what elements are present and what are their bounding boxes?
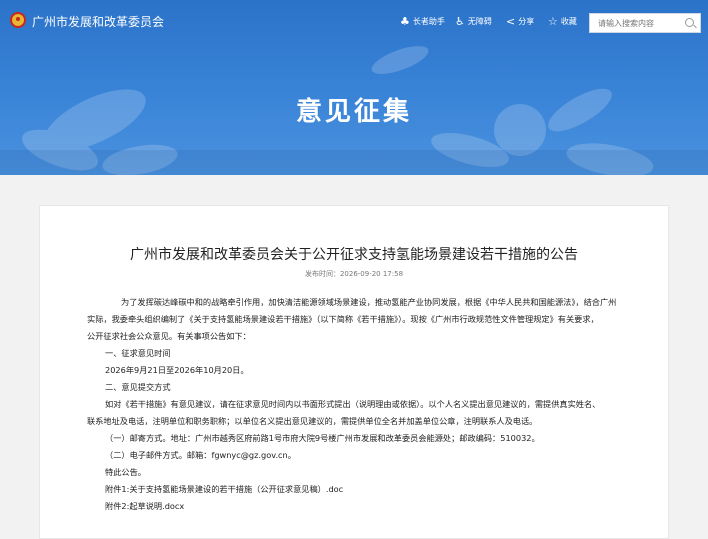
article-title: 广州市发展和改革委员会关于公开征求支持氢能场景建设若干措施的公告 bbox=[130, 247, 578, 263]
favorite-label: 收藏 bbox=[560, 17, 577, 26]
site-name[interactable]: 广州市发展和改革委员会 bbox=[32, 13, 164, 30]
paragraph-line: 为了发挥碳达峰碳中和的战略牵引作用，加快清洁能源领域场景建设，推动氢能产业协同发… bbox=[121, 297, 617, 307]
elder-assist-button[interactable]: ♣ 长者助手 bbox=[400, 16, 445, 27]
attachment-link[interactable]: 附件1:关于支持氢能场景建设的若干措施（公开征求意见稿）.doc bbox=[87, 481, 652, 498]
share-button[interactable]: < 分享 bbox=[506, 16, 534, 27]
banner-title: 意见征集 bbox=[295, 97, 412, 127]
share-icon: < bbox=[506, 15, 516, 28]
search-icon[interactable] bbox=[685, 18, 694, 27]
paragraph-line: （一）邮寄方式。地址：广州市越秀区府前路1号市府大院9号楼广州市发展和改革委员会… bbox=[105, 433, 540, 443]
search-input[interactable] bbox=[590, 14, 682, 32]
paragraph-line: 公开征求社会公众意见。有关事项公告如下： bbox=[87, 331, 251, 341]
elder-assist-icon: ♣ bbox=[400, 15, 410, 28]
article-body: 为了发挥碳达峰碳中和的战略牵引作用，加快清洁能源领域场景建设，推动氢能产业协同发… bbox=[87, 294, 652, 515]
top-bar: 广州市发展和改革委员会 ♣ 长者助手 ♿ 无障碍 < 分享 ☆ 收藏 bbox=[0, 0, 708, 44]
section-heading: 二、意见提交方式 bbox=[105, 382, 171, 392]
paragraph-line: 2026年9月21日至2026年10月20日。 bbox=[105, 365, 249, 375]
government-emblem-icon bbox=[10, 12, 26, 28]
attachment-link[interactable]: 附件2:起草说明.docx bbox=[87, 498, 652, 515]
header-banner: 广州市发展和改革委员会 ♣ 长者助手 ♿ 无障碍 < 分享 ☆ 收藏 意见征集 bbox=[0, 0, 708, 175]
section-heading: 一、征求意见时间 bbox=[105, 348, 171, 358]
elder-assist-label: 长者助手 bbox=[412, 17, 445, 26]
publish-time: 发布时间：2026-09-20 17:58 bbox=[304, 270, 404, 278]
paragraph-line: 联系地址及电话，注明单位和职务职称；以单位名义提出意见建议的，需提供单位全名并加… bbox=[87, 416, 538, 426]
paragraph-line: （二）电子邮件方式。邮箱：fgwnyc@gz.gov.cn。 bbox=[105, 450, 296, 460]
share-label: 分享 bbox=[518, 17, 535, 26]
paragraph-line: 如对《若干措施》有意见建议，请在征求意见时间内以书面形式提出（说明理由或依据）。… bbox=[105, 399, 601, 409]
favorite-button[interactable]: ☆ 收藏 bbox=[548, 16, 577, 27]
paragraph-line: 特此公告。 bbox=[105, 467, 146, 477]
accessibility-label: 无障碍 bbox=[467, 17, 492, 26]
article-card: 广州市发展和改革委员会关于公开征求支持氢能场景建设若干措施的公告 发布时间：20… bbox=[39, 205, 669, 539]
paragraph-line: 实际，我委牵头组织编制了《关于支持氢能场景建设若干措施》（以下简称《若干措施》）… bbox=[87, 314, 599, 324]
accessibility-icon: ♿ bbox=[455, 15, 465, 28]
search-box bbox=[589, 13, 701, 33]
favorite-icon: ☆ bbox=[548, 15, 558, 28]
accessibility-button[interactable]: ♿ 无障碍 bbox=[455, 16, 492, 27]
